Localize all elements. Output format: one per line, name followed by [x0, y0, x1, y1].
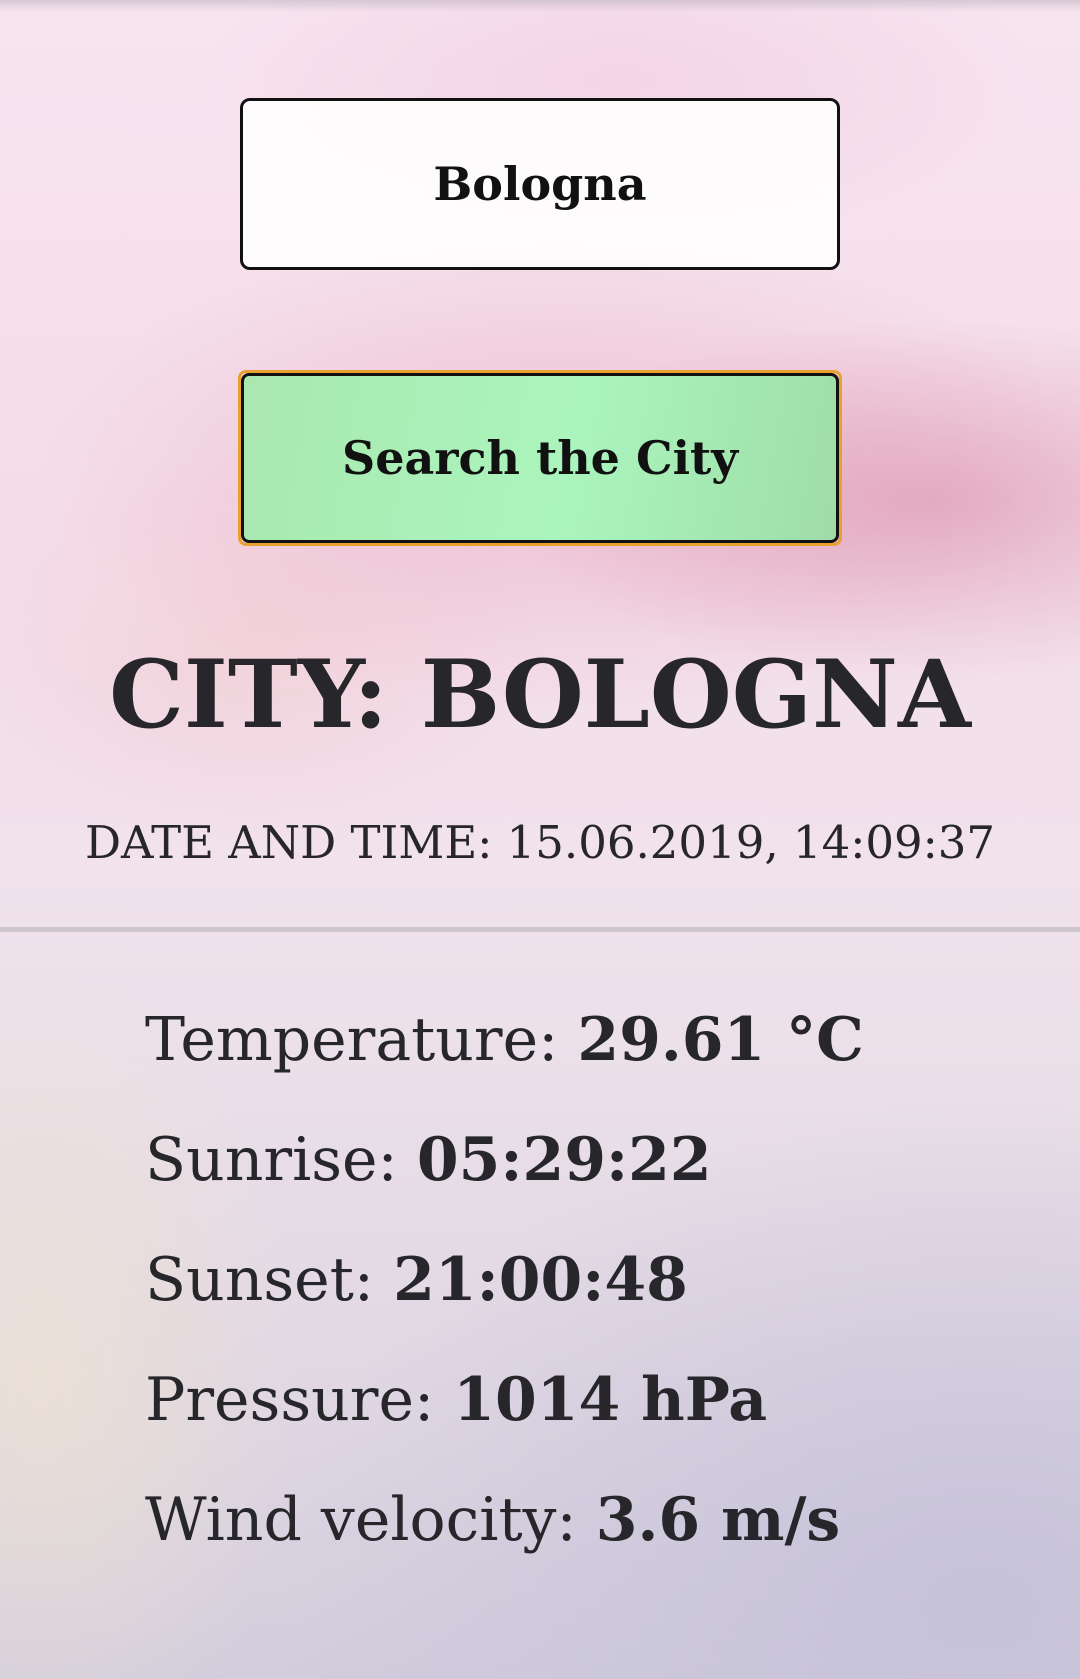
search-city-button-label: Search the City [241, 373, 839, 543]
pressure-row: Pressure: 1014 hPa [145, 1360, 1045, 1480]
sunrise-label: Sunrise: [145, 1125, 417, 1195]
sunrise-row: Sunrise: 05:29:22 [145, 1120, 1045, 1240]
sunset-label: Sunset: [145, 1245, 394, 1315]
sunset-row: Sunset: 21:00:48 [145, 1240, 1045, 1360]
date-time-text: DATE AND TIME: 15.06.2019, 14:09:37 [84, 816, 996, 869]
sunset-value: 21:00:48 [393, 1245, 688, 1315]
city-search-input[interactable] [240, 98, 840, 270]
weather-details-list: Temperature: 29.61 °C Sunrise: 05:29:22 … [145, 1000, 1045, 1600]
top-edge-shadow [0, 0, 1080, 12]
sunrise-value: 05:29:22 [416, 1125, 712, 1195]
wind-velocity-row: Wind velocity: 3.6 m/s [145, 1480, 1045, 1600]
wind-velocity-label: Wind velocity: [145, 1485, 596, 1555]
pressure-value: 1014 hPa [453, 1365, 768, 1435]
temperature-value: 29.61 °C [577, 1005, 864, 1075]
section-divider [0, 927, 1080, 932]
city-heading: CITY: BOLOGNA [109, 640, 971, 750]
wind-velocity-value: 3.6 m/s [595, 1485, 841, 1555]
temperature-label: Temperature: [145, 1005, 578, 1075]
pressure-label: Pressure: [145, 1365, 454, 1435]
temperature-row: Temperature: 29.61 °C [145, 1000, 1045, 1120]
search-city-button[interactable]: Search the City [238, 370, 842, 546]
